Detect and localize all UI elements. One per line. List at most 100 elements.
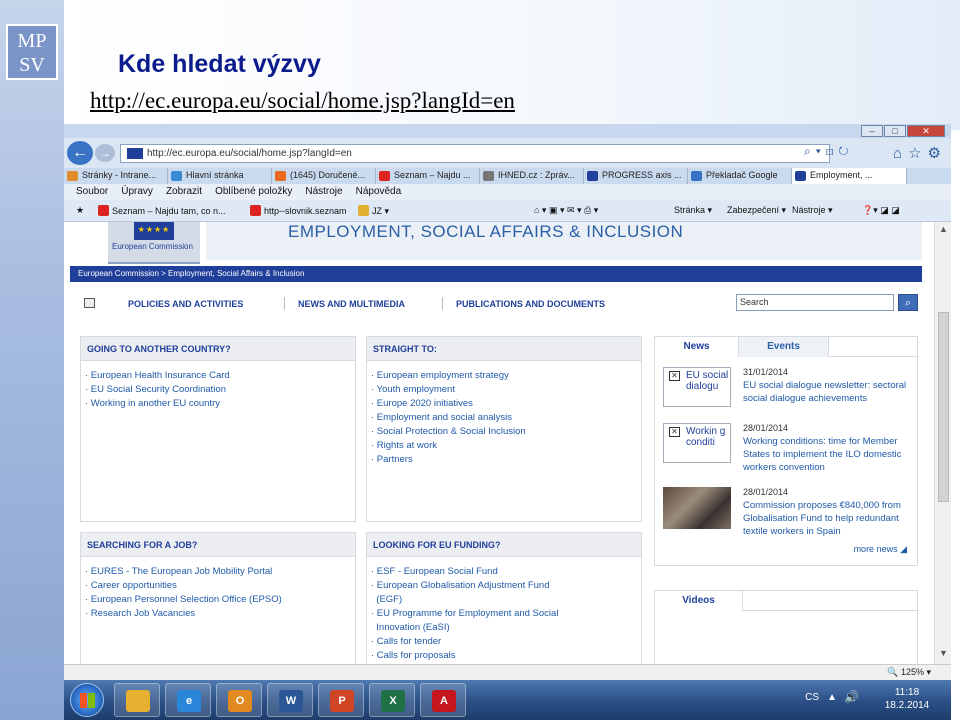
browser-tab[interactable]: IHNED.cz : Zpráv...	[480, 168, 584, 184]
tab-favicon-icon	[483, 171, 494, 181]
box-funding: LOOKING FOR EU FUNDING? · ESF - European…	[366, 532, 642, 664]
menu-item[interactable]: Nástroje	[305, 184, 342, 200]
home-icon[interactable]	[84, 298, 95, 308]
taskbar-app-ie[interactable]: e	[165, 683, 211, 717]
scroll-up-icon[interactable]: ▲	[935, 224, 951, 238]
box-link[interactable]: · Calls for tender	[371, 635, 641, 649]
ec-logo[interactable]: ★★★★ European Commission	[108, 222, 200, 264]
box-link[interactable]: · Working in another EU country	[85, 397, 355, 411]
breadcrumb[interactable]: European Commission > Employment, Social…	[70, 266, 922, 282]
favorites-star-icon[interactable]: ★	[76, 205, 84, 216]
box-link[interactable]: · Employment and social analysis	[371, 411, 641, 425]
browser-tab[interactable]: Employment, ...	[792, 168, 907, 184]
maximize-button[interactable]: □	[884, 125, 906, 137]
news-headline[interactable]: Commission proposes €840,000 from Global…	[743, 499, 913, 538]
search-button[interactable]: ⌕	[898, 294, 918, 311]
language-indicator[interactable]: CS	[805, 692, 819, 703]
cmd-security[interactable]: Zabezpečení ▾	[727, 205, 786, 216]
box-link[interactable]: · Partners	[371, 453, 641, 467]
favorite-link[interactable]: http--slovnik.seznam	[250, 205, 347, 216]
box-link[interactable]: · Calls for proposals	[371, 649, 641, 663]
cmd-tools[interactable]: Nástroje ▾	[792, 205, 833, 216]
box-link[interactable]: · Europe 2020 initiatives	[371, 397, 641, 411]
box-link[interactable]: · Research Job Vacancies	[85, 607, 355, 621]
box-link[interactable]: · Career opportunities	[85, 579, 355, 593]
browser-tab[interactable]: Seznam – Najdu ...	[376, 168, 480, 184]
browser-tab[interactable]: Překladač Google	[688, 168, 792, 184]
search-input[interactable]: Search	[736, 294, 894, 311]
tab-news[interactable]: News	[655, 337, 739, 357]
news-photo	[663, 487, 731, 529]
back-button[interactable]: ←	[67, 141, 93, 165]
toolbar-right-icons[interactable]: ⌂☆⚙	[893, 144, 947, 162]
box-link[interactable]: · Social Protection & Social Inclusion	[371, 425, 641, 439]
ec-logo-text: European Commission	[112, 242, 193, 251]
box-link[interactable]: Innovation (EaSI)	[371, 621, 641, 635]
clock[interactable]: 11:18 18.2.2014	[877, 686, 937, 712]
cmd-page[interactable]: Stránka ▾	[674, 205, 712, 216]
menu-item[interactable]: Nápověda	[356, 184, 402, 200]
browser-tab[interactable]: Hlavní stránka	[168, 168, 272, 184]
help-icon[interactable]: ❓▾ ◪ ◪	[862, 205, 900, 216]
taskbar-app-powerpoint[interactable]: P	[318, 683, 364, 717]
favorite-link[interactable]: Seznam – Najdu tam, co n...	[98, 205, 226, 216]
box-link[interactable]: · EU Programme for Employment and Social	[371, 607, 641, 621]
box-link[interactable]: · EURES - The European Job Mobility Port…	[85, 565, 355, 579]
status-bar: 🔍 125% ▾	[64, 664, 951, 680]
favorite-label: JZ ▾	[372, 206, 390, 216]
browser-tab[interactable]: PROGRESS axis ...	[584, 168, 688, 184]
slide-url-link[interactable]: http://ec.europa.eu/social/home.jsp?lang…	[90, 88, 515, 114]
more-news-link[interactable]: more news ◢	[854, 544, 907, 555]
minimize-button[interactable]: –	[861, 125, 883, 137]
news-headline[interactable]: EU social dialogue newsletter: sectoral …	[743, 379, 913, 405]
taskbar-app-outlook[interactable]: O	[216, 683, 262, 717]
favorite-link[interactable]: JZ ▾	[358, 205, 389, 217]
menu-item[interactable]: Zobrazit	[166, 184, 202, 200]
box-link[interactable]: · Rights at work	[371, 439, 641, 453]
box-link[interactable]: · EU Social Security Coordination	[85, 383, 355, 397]
forward-button[interactable]: →	[95, 144, 115, 162]
box-link[interactable]: · Youth employment	[371, 383, 641, 397]
box-link[interactable]: · European Globalisation Adjustment Fund	[371, 579, 641, 593]
box-link[interactable]: (EGF)	[371, 593, 641, 607]
menu-item[interactable]: Soubor	[76, 184, 108, 200]
videos-panel: Videos	[654, 590, 919, 664]
menu-item[interactable]: Oblíbené položky	[215, 184, 292, 200]
taskbar-app-explorer[interactable]	[114, 683, 160, 717]
news-headline[interactable]: Working conditions: time for Member Stat…	[743, 435, 913, 474]
nav-news[interactable]: NEWS AND MULTIMEDIA	[298, 299, 405, 309]
scroll-down-icon[interactable]: ▼	[935, 648, 951, 662]
box-link[interactable]: · European Health Insurance Card	[85, 369, 355, 383]
tab-label: IHNED.cz : Zpráv...	[498, 170, 575, 180]
address-bar[interactable]: http://ec.europa.eu/social/home.jsp?lang…	[120, 144, 830, 163]
tab-label: Employment, ...	[810, 170, 873, 180]
menu-item[interactable]: Úpravy	[121, 184, 153, 200]
box-link[interactable]: · European Personnel Selection Office (E…	[85, 593, 355, 607]
taskbar-app-excel[interactable]: X	[369, 683, 415, 717]
vertical-scrollbar[interactable]: ▲ ▼	[934, 222, 951, 664]
zoom-level[interactable]: 🔍 125% ▾	[887, 667, 931, 678]
tab-events[interactable]: Events	[739, 337, 829, 357]
taskbar-app-acrobat[interactable]: A	[420, 683, 466, 717]
web-page: ★★★★ European Commission EMPLOYMENT, SOC…	[64, 222, 934, 664]
menu-bar: Soubor Úpravy Zobrazit Oblíbené položky Nást…	[64, 184, 951, 200]
nav-publications[interactable]: PUBLICATIONS AND DOCUMENTS	[456, 299, 605, 309]
tab-videos[interactable]: Videos	[655, 591, 743, 611]
nav-policies[interactable]: POLICIES AND ACTIVITIES	[128, 299, 243, 309]
address-row: ← → http://ec.europa.eu/social/home.jsp?…	[64, 138, 951, 168]
volume-icon[interactable]: 🔊	[844, 690, 859, 704]
start-button[interactable]	[70, 683, 104, 717]
nav-divider	[284, 297, 285, 310]
taskbar-app-word[interactable]: W	[267, 683, 313, 717]
box-link[interactable]: · ESF - European Social Fund	[371, 565, 641, 579]
tray-expand-icon[interactable]: ▲	[827, 692, 837, 703]
close-button[interactable]: ✕	[907, 125, 945, 137]
toolbar-home-icon[interactable]: ⌂ ▾ ▣ ▾ ✉ ▾ ⎙ ▾	[534, 205, 598, 216]
favorite-icon	[98, 205, 109, 216]
news-tabs: News Events	[655, 337, 919, 357]
browser-tab[interactable]: (1645) Doručené...	[272, 168, 376, 184]
box-link[interactable]: · European employment strategy	[371, 369, 641, 383]
browser-tab[interactable]: Stránky - Intrane...	[64, 168, 168, 184]
address-actions[interactable]: ⌕▾⊡↻	[804, 144, 854, 159]
scroll-thumb[interactable]	[938, 312, 949, 502]
